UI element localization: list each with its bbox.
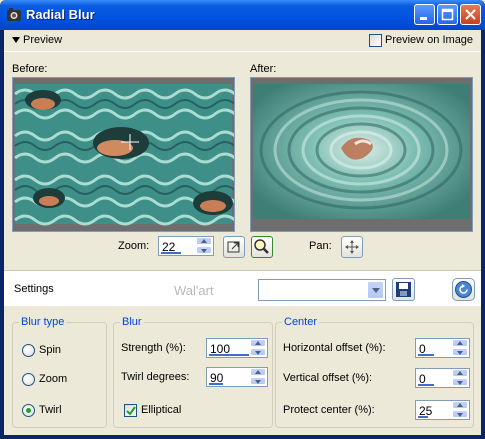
after-image — [250, 77, 473, 232]
horizontal-offset-spinner[interactable]: 0 — [415, 338, 470, 358]
close-button[interactable] — [460, 4, 481, 25]
protect-center-spinner[interactable]: 25 — [415, 400, 470, 420]
proof-toggle-button[interactable] — [251, 236, 273, 258]
radial-blur-window: Radial Blur Preview Preview on Image Bef… — [0, 0, 485, 439]
window-title: Radial Blur — [26, 7, 95, 22]
horizontal-offset-down-button[interactable] — [452, 348, 468, 356]
vertical-offset-up-button[interactable] — [452, 369, 468, 377]
settings-label: Settings — [14, 283, 54, 295]
twirl-degrees-label: Twirl degrees: — [121, 371, 190, 383]
radio-spin[interactable] — [22, 344, 35, 357]
pan-move-icon — [345, 240, 359, 254]
dialog-client: Preview Preview on Image Before: After: — [4, 30, 481, 435]
strength-down-button[interactable] — [250, 348, 266, 356]
twirl-arrows — [249, 368, 267, 386]
twirl-down-button[interactable] — [250, 377, 266, 385]
horizontal-offset-label: Horizontal offset (%): — [283, 342, 386, 354]
radio-spin-label: Spin — [39, 344, 62, 356]
twirl-slider-bar — [209, 383, 223, 385]
protect-center-up-button[interactable] — [452, 401, 468, 409]
strength-up-button[interactable] — [250, 339, 266, 347]
after-label: After: — [250, 63, 277, 75]
radio-zoom[interactable] — [22, 373, 35, 386]
strength-arrows — [249, 339, 267, 357]
preview-toggle[interactable]: Preview — [4, 30, 84, 52]
vertical-offset-down-button[interactable] — [452, 378, 468, 386]
close-icon — [465, 9, 476, 20]
center-group-label: Center — [282, 316, 320, 328]
zoom-underline — [161, 252, 181, 254]
title-bar[interactable]: Radial Blur — [0, 0, 485, 30]
center-group: Center Horizontal offset (%): 0 Vertical… — [275, 316, 474, 428]
protect-center-bar — [418, 416, 428, 418]
reset-arrow-icon — [455, 281, 472, 298]
checkmark-icon — [126, 406, 136, 416]
preview-header: Preview Preview on Image — [4, 30, 481, 52]
blur-group: Blur Strength (%): 100 Twirl degrees: 90 — [113, 316, 273, 428]
maximize-button[interactable] — [437, 4, 458, 25]
zoom-down-button[interactable] — [196, 246, 212, 254]
reset-button[interactable] — [452, 278, 475, 301]
save-preset-button[interactable] — [392, 278, 415, 301]
strength-spinner[interactable]: 100 — [206, 338, 268, 358]
elliptical-checkbox[interactable] — [124, 404, 137, 417]
vertical-offset-bar — [418, 384, 434, 386]
horizontal-offset-bar — [418, 354, 434, 356]
radio-zoom-label: Zoom — [39, 373, 68, 385]
radio-twirl[interactable] — [22, 404, 35, 417]
zoom-spinner[interactable]: 22 — [158, 236, 214, 256]
strength-slider-bar — [209, 354, 249, 356]
preview-toggle-label: Preview — [23, 34, 63, 46]
minimize-icon — [420, 17, 427, 20]
twirl-up-button[interactable] — [250, 368, 266, 376]
blur-type-group-label: Blur type — [19, 316, 67, 328]
preview-on-image-label: Preview on Image — [385, 34, 474, 46]
preset-dropdown-button[interactable] — [367, 281, 384, 299]
vertical-offset-arrows — [451, 369, 469, 387]
zoom-to-100-button[interactable] — [223, 236, 245, 258]
strength-label: Strength (%): — [121, 342, 186, 354]
vertical-offset-spinner[interactable]: 0 — [415, 368, 470, 388]
magnifier-icon — [254, 239, 269, 254]
zoom-arrows — [195, 237, 213, 255]
watermark-text: Wal'art — [174, 283, 214, 298]
settings-bar: Settings Wal'art — [4, 270, 481, 306]
app-icon — [7, 8, 21, 21]
zoom-up-button[interactable] — [196, 237, 212, 245]
elliptical-label: Elliptical — [141, 404, 182, 416]
pan-label: Pan: — [309, 240, 332, 252]
before-label: Before: — [12, 63, 48, 75]
protect-center-label: Protect center (%): — [283, 404, 375, 416]
preset-combo[interactable] — [258, 279, 386, 301]
blur-group-label: Blur — [120, 316, 144, 328]
protect-center-arrows — [451, 401, 469, 419]
twirl-degrees-spinner[interactable]: 90 — [206, 367, 268, 387]
zoom-actual-size-icon — [227, 241, 240, 253]
zoom-label: Zoom: — [118, 240, 150, 252]
floppy-disk-icon — [396, 282, 411, 297]
blur-type-group: Blur type Spin Zoom Twirl — [12, 316, 107, 428]
after-image-content — [251, 78, 472, 231]
before-image[interactable] — [12, 77, 235, 232]
before-image-content — [13, 78, 234, 231]
horizontal-offset-arrows — [451, 339, 469, 357]
collapse-triangle-icon — [12, 37, 20, 43]
preview-on-image-checkbox[interactable] — [369, 34, 382, 47]
protect-center-down-button[interactable] — [452, 410, 468, 418]
radio-twirl-label: Twirl — [39, 404, 62, 416]
vertical-offset-label: Vertical offset (%): — [283, 372, 373, 384]
pan-button[interactable] — [341, 236, 363, 258]
horizontal-offset-up-button[interactable] — [452, 339, 468, 347]
minimize-button[interactable] — [414, 4, 435, 25]
maximize-icon — [441, 8, 454, 21]
